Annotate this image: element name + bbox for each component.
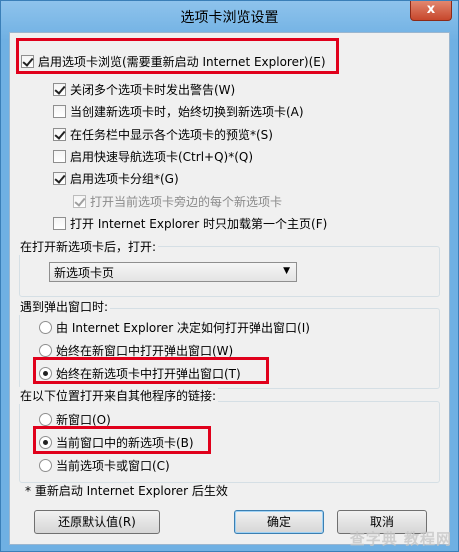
taskbar-preview-option[interactable]: 在任务栏中显示各个选项卡的预览*(S) bbox=[53, 125, 273, 143]
ok-button[interactable]: 确定 bbox=[234, 510, 324, 534]
open-beside-checkbox[interactable] bbox=[73, 194, 86, 208]
first-home-option[interactable]: 打开 Internet Explorer 时只加载第一个主页(F) bbox=[53, 214, 327, 232]
quick-tabs-checkbox[interactable] bbox=[53, 149, 66, 163]
first-home-checkbox[interactable] bbox=[53, 216, 66, 230]
enable-tabs-checkbox[interactable] bbox=[21, 54, 34, 68]
close-button[interactable]: x bbox=[410, 1, 452, 21]
link-new-window-radio[interactable] bbox=[39, 412, 52, 426]
link-new-tab-label: 当前窗口中的新选项卡(B) bbox=[56, 435, 194, 450]
new-tab-select[interactable]: 新选项卡页 ▼ bbox=[49, 262, 297, 282]
new-tab-select-value: 新选项卡页 bbox=[54, 265, 115, 280]
popup-tab-label: 始终在新选项卡中打开弹出窗口(T) bbox=[56, 366, 241, 381]
quick-tabs-option[interactable]: 启用快速导航选项卡(Ctrl+Q)*(Q) bbox=[53, 147, 253, 165]
taskbar-preview-checkbox[interactable] bbox=[53, 127, 66, 141]
taskbar-preview-label: 在任务栏中显示各个选项卡的预览*(S) bbox=[70, 127, 273, 142]
link-option-current[interactable]: 当前选项卡或窗口(C) bbox=[39, 456, 170, 474]
warn-close-label: 关闭多个选项卡时发出警告(W) bbox=[70, 82, 236, 97]
quick-tabs-label: 启用快速导航选项卡(Ctrl+Q)*(Q) bbox=[70, 149, 254, 164]
title-bar[interactable]: 选项卡浏览设置 x bbox=[1, 1, 458, 31]
warn-close-checkbox[interactable] bbox=[53, 82, 66, 96]
footnote: * 重新启动 Internet Explorer 后生效 bbox=[25, 481, 228, 499]
open-beside-option[interactable]: 打开当前选项卡旁边的每个新选项卡 bbox=[73, 192, 282, 210]
tab-groups-label: 启用选项卡分组*(G) bbox=[70, 171, 179, 186]
switch-new-option[interactable]: 当创建新选项卡时，始终切换到新选项卡(A) bbox=[53, 102, 304, 120]
close-icon: x bbox=[426, 2, 436, 17]
link-new-window-label: 新窗口(O) bbox=[56, 412, 111, 427]
popup-option-window[interactable]: 始终在新窗口中打开弹出窗口(W) bbox=[39, 341, 233, 359]
popup-option-tab[interactable]: 始终在新选项卡中打开弹出窗口(T) bbox=[39, 364, 241, 382]
window-title: 选项卡浏览设置 bbox=[180, 10, 279, 26]
enable-tabs-label: 启用选项卡浏览(需要重新启动 Internet Explorer)(E) bbox=[38, 54, 326, 69]
open-beside-label: 打开当前选项卡旁边的每个新选项卡 bbox=[90, 194, 283, 209]
popup-ie-radio[interactable] bbox=[39, 320, 52, 334]
popup-tab-radio[interactable] bbox=[39, 366, 52, 380]
warn-close-option[interactable]: 关闭多个选项卡时发出警告(W) bbox=[53, 80, 235, 98]
tab-groups-checkbox[interactable] bbox=[53, 171, 66, 185]
popup-window-radio[interactable] bbox=[39, 343, 52, 357]
link-current-label: 当前选项卡或窗口(C) bbox=[56, 458, 170, 473]
link-option-new-window[interactable]: 新窗口(O) bbox=[39, 410, 111, 428]
enable-tabs-option[interactable]: 启用选项卡浏览(需要重新启动 Internet Explorer)(E) bbox=[21, 52, 326, 70]
link-current-radio[interactable] bbox=[39, 458, 52, 472]
link-option-new-tab[interactable]: 当前窗口中的新选项卡(B) bbox=[39, 433, 194, 451]
watermark: 查字典 教程网 bbox=[349, 530, 452, 548]
popups-group-label: 遇到弹出窗口时: bbox=[18, 298, 111, 315]
switch-new-checkbox[interactable] bbox=[53, 104, 66, 118]
links-group-label: 在以下位置打开来自其他程序的链接: bbox=[18, 387, 219, 404]
tab-groups-option[interactable]: 启用选项卡分组*(G) bbox=[53, 169, 179, 187]
switch-new-label: 当创建新选项卡时，始终切换到新选项卡(A) bbox=[70, 104, 304, 119]
new-tab-group-label: 在打开新选项卡后，打开: bbox=[18, 238, 159, 255]
chevron-down-icon: ▼ bbox=[283, 266, 290, 276]
popup-option-ie[interactable]: 由 Internet Explorer 决定如何打开弹出窗口(I) bbox=[39, 318, 310, 336]
restore-defaults-button[interactable]: 还原默认值(R) bbox=[34, 510, 160, 534]
dialog-window: 选项卡浏览设置 x 启用选项卡浏览(需要重新启动 Internet Explor… bbox=[0, 0, 459, 552]
link-new-tab-radio[interactable] bbox=[39, 435, 52, 449]
first-home-label: 打开 Internet Explorer 时只加载第一个主页(F) bbox=[70, 216, 328, 231]
popup-window-label: 始终在新窗口中打开弹出窗口(W) bbox=[56, 343, 234, 358]
dialog-client: 启用选项卡浏览(需要重新启动 Internet Explorer)(E) 关闭多… bbox=[9, 32, 450, 545]
footnote-text: * 重新启动 Internet Explorer 后生效 bbox=[25, 483, 228, 498]
popup-ie-label: 由 Internet Explorer 决定如何打开弹出窗口(I) bbox=[56, 320, 310, 335]
